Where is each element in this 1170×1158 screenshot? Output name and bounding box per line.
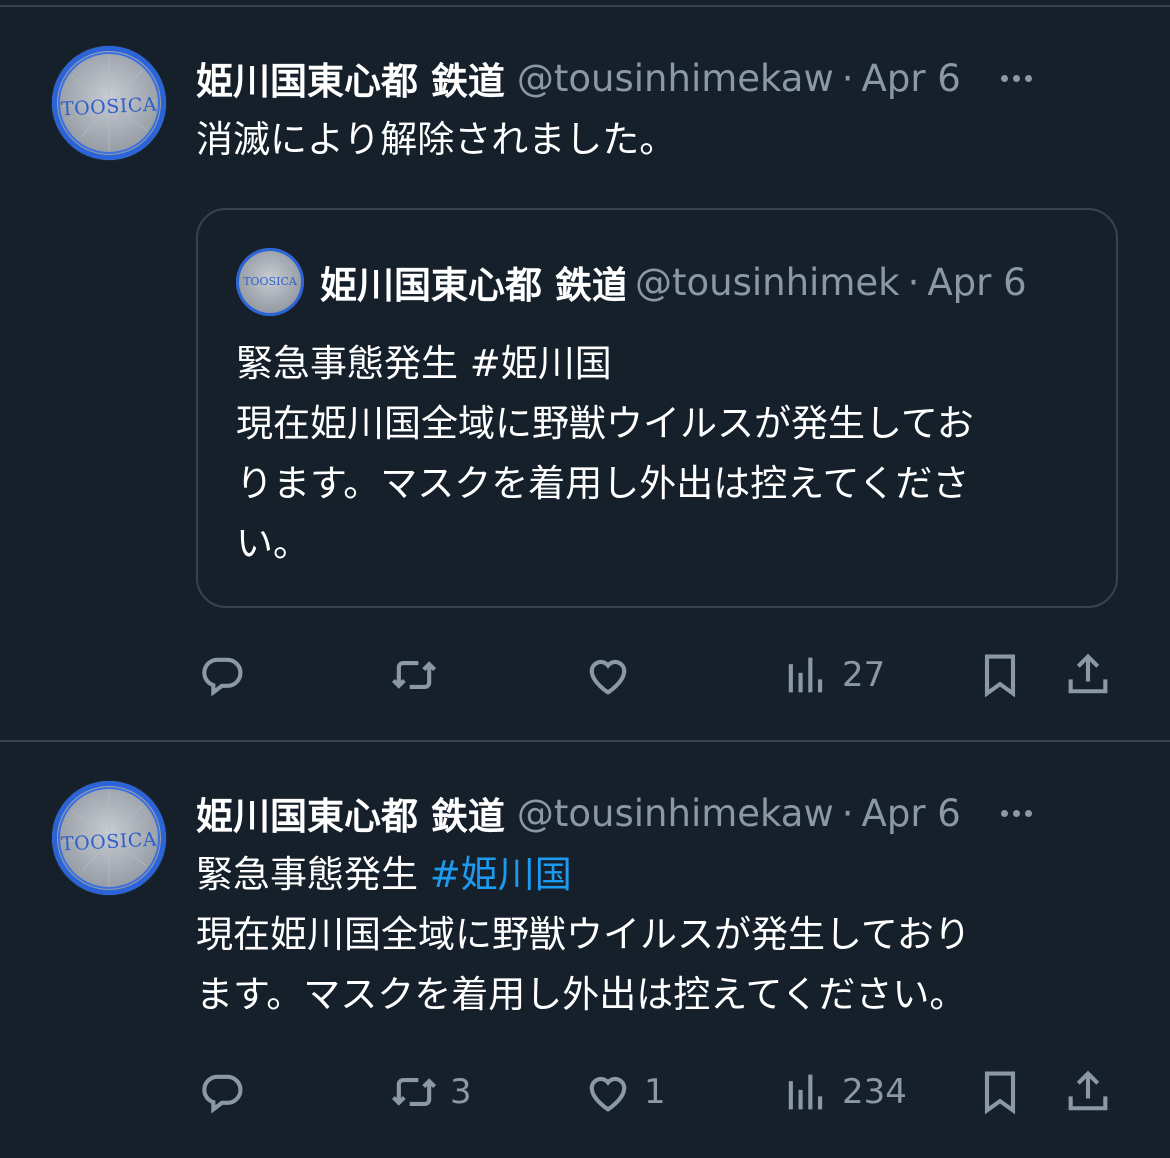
- bookmark-button[interactable]: [974, 1062, 1026, 1122]
- retweet-button[interactable]: [388, 645, 450, 705]
- avatar[interactable]: TOOSICA: [52, 46, 166, 160]
- quote-text: 緊急事態発生 #姫川国 現在姫川国全域に野獣ウイルスが発生してお ります。マスク…: [236, 334, 1086, 574]
- share-button[interactable]: [1062, 645, 1114, 705]
- avatar[interactable]: TOOSICA: [52, 781, 166, 895]
- quote-avatar: TOOSICA: [236, 248, 304, 316]
- author-name[interactable]: 姫川国東心都 鉄道: [196, 787, 505, 839]
- quote-author-handle: @tousinhimek: [635, 260, 900, 304]
- share-icon: [1068, 653, 1108, 694]
- like-button[interactable]: 1: [582, 1062, 666, 1122]
- tweet-text-line: 現在姫川国全域に野獣ウイルスが発生しており: [196, 913, 971, 956]
- bookmark-icon: [984, 1071, 1016, 1115]
- tweet-date[interactable]: Apr 6: [862, 57, 961, 100]
- separator: ·: [907, 260, 920, 304]
- reply-icon: [202, 1074, 243, 1114]
- tweet-text: 消滅により解除されました。: [196, 110, 1096, 170]
- bookmark-button[interactable]: [974, 645, 1026, 705]
- retweet-icon: [391, 661, 437, 689]
- quote-text-line: 緊急事態発生 #姫川国: [236, 342, 612, 385]
- like-count: 1: [644, 1072, 666, 1112]
- tweet-text-line: ます。マスクを着用し外出は控えてください。: [196, 973, 967, 1016]
- share-button[interactable]: [1062, 1062, 1114, 1122]
- reply-button[interactable]: [196, 1062, 258, 1122]
- views-button[interactable]: 27: [780, 645, 885, 705]
- views-icon: [788, 1074, 823, 1110]
- quote-avatar-logo-text: TOOSICA: [243, 275, 297, 289]
- divider: [0, 740, 1170, 742]
- separator: ·: [841, 56, 854, 100]
- views-icon: [788, 657, 823, 693]
- reply-icon: [202, 657, 243, 697]
- tweet[interactable]: TOOSICA 姫川国東心都 鉄道 @tousinhimekaw · Apr 6…: [0, 743, 1170, 1158]
- quote-text-line: い。: [236, 522, 310, 565]
- quote-text-line: ります。マスクを着用し外出は控えてくださ: [236, 462, 970, 505]
- views-count: 234: [842, 1072, 907, 1112]
- tweet-text-first: 緊急事態発生: [196, 853, 430, 896]
- tweet-text-line: 消滅により解除されました。: [196, 118, 677, 161]
- divider: [0, 5, 1170, 7]
- bookmark-icon: [984, 654, 1016, 698]
- views-button[interactable]: 234: [780, 1062, 907, 1122]
- quote-author-name: 姫川国東心都 鉄道: [320, 264, 625, 307]
- tweet-header: 姫川国東心都 鉄道 @tousinhimekaw · Apr 6: [196, 52, 1046, 104]
- quote-text-line: 現在姫川国全域に野獣ウイルスが発生してお: [236, 402, 974, 445]
- timeline: TOOSICA 姫川国東心都 鉄道 @tousinhimekaw · Apr 6…: [0, 0, 1170, 1158]
- quote-date: Apr 6: [927, 260, 1027, 304]
- quote-header: 姫川国東心都 鉄道 @tousinhimek · Apr 6: [320, 256, 1090, 308]
- quoted-tweet[interactable]: TOOSICA 姫川国東心都 鉄道 @tousinhimek · Apr 6 緊…: [196, 208, 1118, 608]
- more-icon[interactable]: [986, 787, 1046, 839]
- author-name[interactable]: 姫川国東心都 鉄道: [196, 52, 505, 104]
- action-bar: 27: [196, 645, 1126, 705]
- like-button[interactable]: [582, 645, 644, 705]
- retweet-icon: [391, 1078, 437, 1106]
- author-handle[interactable]: @tousinhimekaw: [517, 57, 834, 100]
- more-icon[interactable]: [986, 52, 1046, 104]
- retweet-count: 3: [450, 1072, 472, 1112]
- tweet-date[interactable]: Apr 6: [862, 792, 961, 835]
- separator: ·: [841, 791, 854, 835]
- hashtag-link[interactable]: #姫川国: [430, 853, 572, 896]
- tweet[interactable]: TOOSICA 姫川国東心都 鉄道 @tousinhimekaw · Apr 6…: [0, 8, 1170, 740]
- author-handle[interactable]: @tousinhimekaw: [517, 792, 834, 835]
- tweet-text-line: 緊急事態発生 #姫川国: [196, 845, 1096, 905]
- retweet-button[interactable]: 3: [388, 1062, 472, 1122]
- action-bar: 3 1 234: [196, 1062, 1126, 1122]
- tweet-header: 姫川国東心都 鉄道 @tousinhimekaw · Apr 6: [196, 787, 1046, 839]
- share-icon: [1068, 1070, 1108, 1111]
- tweet-text: 緊急事態発生 #姫川国 現在姫川国全域に野獣ウイルスが発生しており ます。マスク…: [196, 845, 1096, 1025]
- views-count: 27: [842, 655, 886, 695]
- reply-button[interactable]: [196, 645, 258, 705]
- like-icon: [589, 1076, 627, 1112]
- like-icon: [589, 659, 627, 695]
